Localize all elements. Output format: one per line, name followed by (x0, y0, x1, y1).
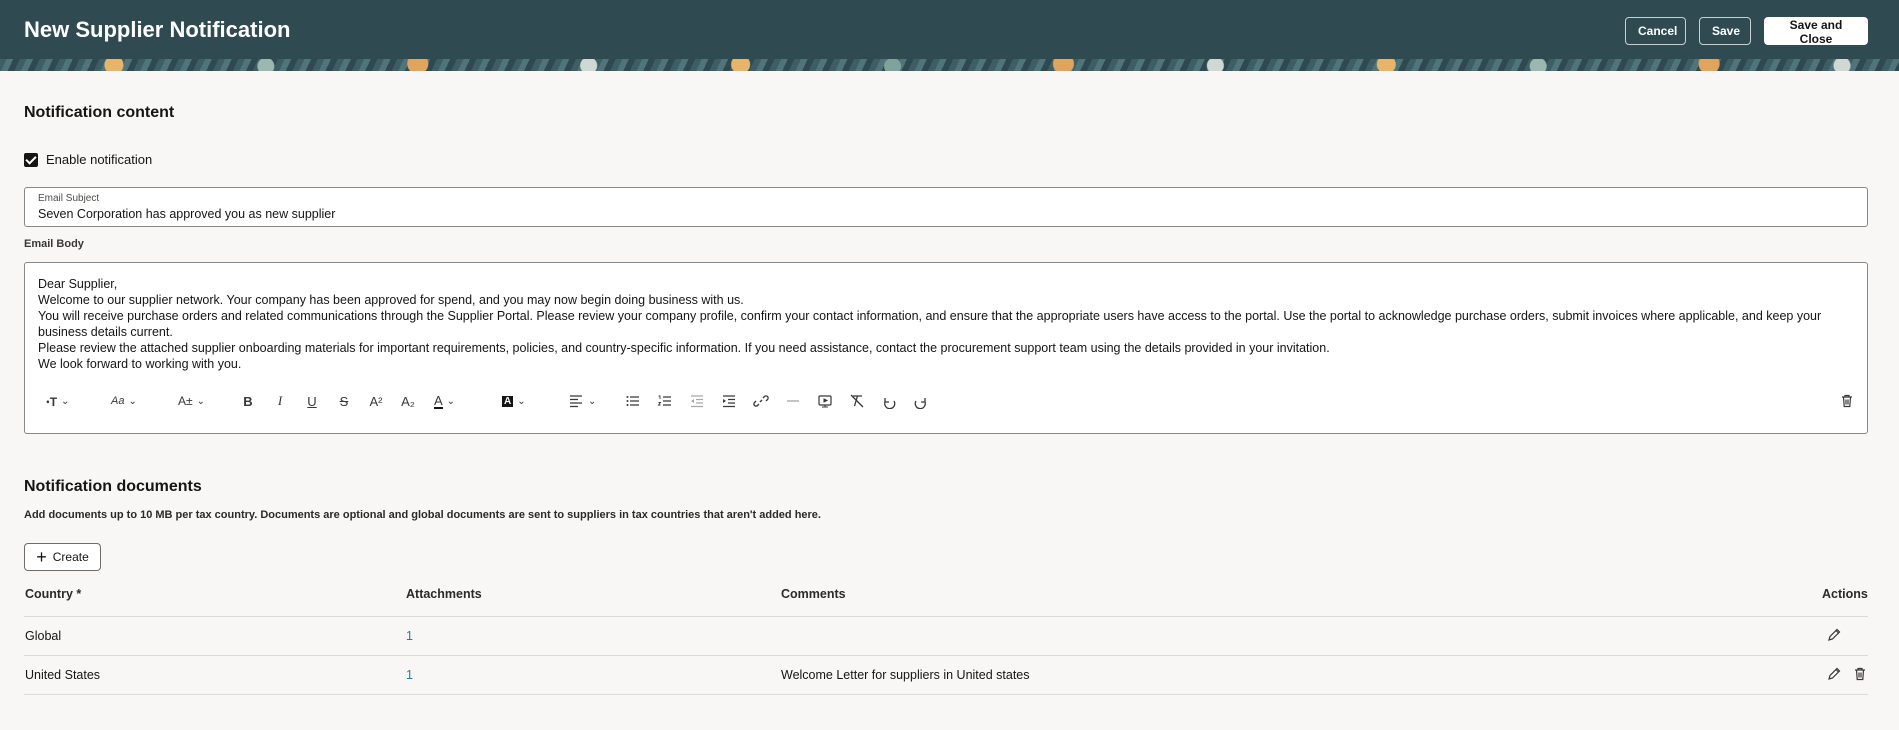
body-line: Welcome to our supplier network. Your co… (38, 293, 744, 307)
attachments-link[interactable]: 1 (406, 668, 413, 682)
chevron-down-icon: ⌄ (61, 395, 70, 407)
table-row[interactable]: United States 1 Welcome Letter for suppl… (24, 655, 1868, 695)
subscript-icon[interactable]: A₂ (399, 389, 417, 413)
undo-icon[interactable] (880, 389, 898, 413)
redo-icon[interactable] (912, 389, 930, 413)
create-label: Create (52, 550, 89, 564)
font-color-dropdown[interactable]: A ⌄ (434, 389, 455, 413)
font-family-dropdown[interactable]: Aa ⌄ (111, 389, 137, 413)
bulleted-list-icon[interactable] (624, 389, 642, 413)
superscript-icon[interactable]: A² (367, 389, 385, 413)
body-line: Please review the attached supplier onbo… (38, 341, 1330, 355)
cancel-button[interactable]: Cancel (1625, 17, 1686, 45)
enable-notification-row[interactable]: Enable notification (24, 152, 152, 167)
decrease-indent-icon[interactable] (688, 389, 706, 413)
create-button[interactable]: + Create (24, 543, 101, 571)
horizontal-rule-icon[interactable] (784, 389, 802, 413)
font-color-icon: A (434, 392, 443, 409)
email-body-label: Email Body (24, 238, 84, 250)
strikethrough-icon[interactable]: S (335, 389, 353, 413)
chevron-down-icon: ⌄ (517, 395, 526, 407)
delete-content-icon[interactable] (1838, 389, 1856, 413)
bold-icon[interactable]: B (239, 389, 257, 413)
align-dropdown[interactable]: ⌄ (568, 389, 596, 413)
chevron-down-icon: ⌄ (196, 395, 205, 407)
chevron-down-icon: ⌄ (128, 395, 137, 407)
notification-content-title: Notification content (24, 104, 175, 121)
column-header-comments[interactable]: Comments (781, 587, 846, 601)
link-icon[interactable] (752, 389, 770, 413)
save-button[interactable]: Save (1699, 17, 1751, 45)
email-subject-label: Email Subject (38, 193, 100, 204)
column-header-country[interactable]: Country * (25, 587, 81, 601)
enable-notification-checkbox[interactable] (24, 152, 38, 167)
text-format-dropdown[interactable]: ꞏT ⌄ (46, 389, 69, 413)
highlight-color-icon: A (502, 395, 514, 407)
body-line: We look forward to working with you. (38, 357, 242, 371)
font-size-dropdown[interactable]: A± ⌄ (178, 389, 205, 413)
chevron-down-icon: ⌄ (588, 395, 597, 407)
notification-documents-title: Notification documents (24, 478, 202, 495)
enable-notification-label: Enable notification (46, 152, 153, 167)
body-line: Dear Supplier, (38, 277, 118, 291)
save-and-close-button[interactable]: Save and Close (1764, 17, 1868, 46)
table-row[interactable]: Global 1 (24, 616, 1868, 655)
documents-description: Add documents up to 10 MB per tax countr… (24, 509, 821, 521)
align-left-icon (570, 395, 582, 408)
email-subject-input[interactable] (38, 207, 1838, 221)
numbered-list-icon[interactable] (656, 389, 674, 413)
country-cell: United States (25, 668, 101, 682)
attachments-link[interactable]: 1 (406, 629, 413, 643)
underline-icon[interactable]: U (303, 389, 321, 413)
email-body-text[interactable]: Dear Supplier, Welcome to our supplier n… (38, 276, 1848, 372)
body-line: You will receive purchase orders and rel… (38, 309, 1822, 339)
insert-media-icon[interactable] (816, 389, 834, 413)
column-header-attachments[interactable]: Attachments (406, 587, 482, 601)
country-cell: Global (25, 629, 62, 643)
plus-icon: + (36, 547, 47, 567)
email-body-editor[interactable]: Dear Supplier, Welcome to our supplier n… (24, 262, 1868, 434)
chevron-down-icon: ⌄ (446, 395, 456, 407)
text-format-icon: ꞏT (46, 394, 58, 409)
column-header-actions: Actions (1822, 587, 1868, 601)
edit-icon[interactable] (1826, 627, 1844, 645)
page-header: New Supplier Notification Cancel Save Sa… (0, 0, 1899, 71)
delete-icon[interactable] (1852, 666, 1870, 684)
page-title: New Supplier Notification (24, 17, 291, 42)
font-size-icon: A± (178, 394, 193, 408)
highlight-color-dropdown[interactable]: A ⌄ (502, 389, 526, 413)
italic-icon[interactable]: I (271, 389, 289, 413)
rich-text-toolbar: ꞏT ⌄ Aa ⌄ A± ⌄ B I U S A² A₂ A ⌄ A ⌄ ⌄ (38, 389, 1856, 413)
font-family-icon: Aa (111, 395, 125, 407)
clear-formatting-icon[interactable] (848, 389, 866, 413)
increase-indent-icon[interactable] (720, 389, 738, 413)
edit-icon[interactable] (1826, 666, 1844, 684)
header-decorative-band (0, 59, 1899, 71)
comments-cell: Welcome Letter for suppliers in United s… (781, 668, 1030, 682)
email-subject-field[interactable]: Email Subject (24, 187, 1868, 227)
